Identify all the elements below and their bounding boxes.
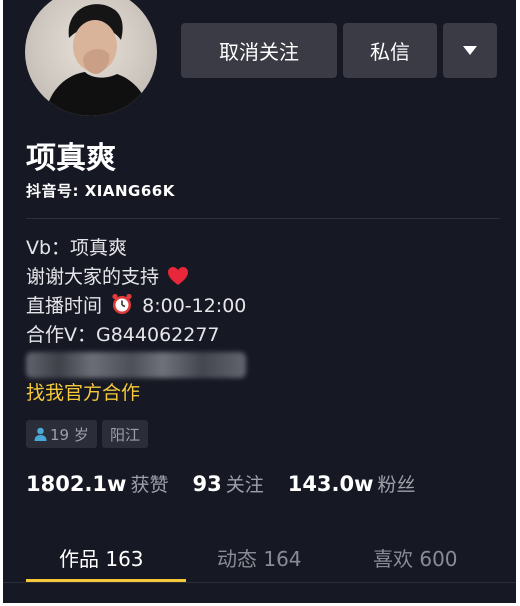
- alarm-clock-icon: [112, 293, 132, 314]
- blurred-text: [26, 352, 246, 378]
- location-label: 阳江: [110, 425, 141, 444]
- profile-panel: 取消关注 私信 项真爽 抖音号: XIANG66K Vb：项真爽 谢谢大家的支持…: [3, 0, 516, 603]
- following-count[interactable]: 93: [192, 472, 221, 496]
- likes-label: 获赞: [130, 474, 169, 496]
- followers-count[interactable]: 143.0w: [288, 472, 374, 496]
- age-label: 19 岁: [50, 425, 89, 444]
- douyin-id-label: 抖音号:: [26, 182, 79, 200]
- male-user-icon: [34, 427, 47, 441]
- likes-count: 1802.1w: [26, 472, 127, 496]
- bio-live-time: 8:00-12:00: [142, 295, 247, 317]
- triangle-down-icon: [463, 46, 477, 55]
- bio-line-weibo: Vb：项真爽: [26, 237, 128, 259]
- age-tag: 19 岁: [26, 420, 97, 448]
- followers-label[interactable]: 粉丝: [378, 470, 416, 497]
- bio-thanks-text: 谢谢大家的支持: [26, 266, 160, 288]
- official-cooperation-link[interactable]: 找我官方合作: [26, 378, 140, 405]
- divider: [26, 218, 500, 219]
- douyin-id: 抖音号: XIANG66K: [26, 180, 175, 201]
- tab-divider: [3, 582, 516, 583]
- douyin-id-value: XIANG66K: [84, 182, 175, 200]
- avatar[interactable]: [25, 0, 157, 116]
- location-tag: 阳江: [102, 420, 149, 448]
- avatar-image: [45, 4, 151, 116]
- stats-row: 1802.1w 获赞 93 关注 143.0w 粉丝: [26, 470, 440, 497]
- message-button[interactable]: 私信: [343, 23, 437, 78]
- unfollow-button[interactable]: 取消关注: [181, 23, 337, 78]
- bio-line-thanks: 谢谢大家的支持: [26, 262, 189, 289]
- tab-activity[interactable]: 动态 164: [217, 543, 302, 572]
- tab-likes[interactable]: 喜欢 600: [373, 543, 458, 572]
- heart-icon: [168, 267, 189, 285]
- tab-works[interactable]: 作品 163: [59, 543, 144, 572]
- bio-live-label: 直播时间: [26, 295, 103, 317]
- bio-line-live-time: 直播时间 8:00-12:00: [26, 291, 246, 318]
- more-options-button[interactable]: [443, 23, 497, 78]
- profile-name: 项真爽: [26, 141, 116, 176]
- bio-line-business: 合作V：G844062277: [26, 324, 220, 346]
- following-label[interactable]: 关注: [226, 470, 264, 497]
